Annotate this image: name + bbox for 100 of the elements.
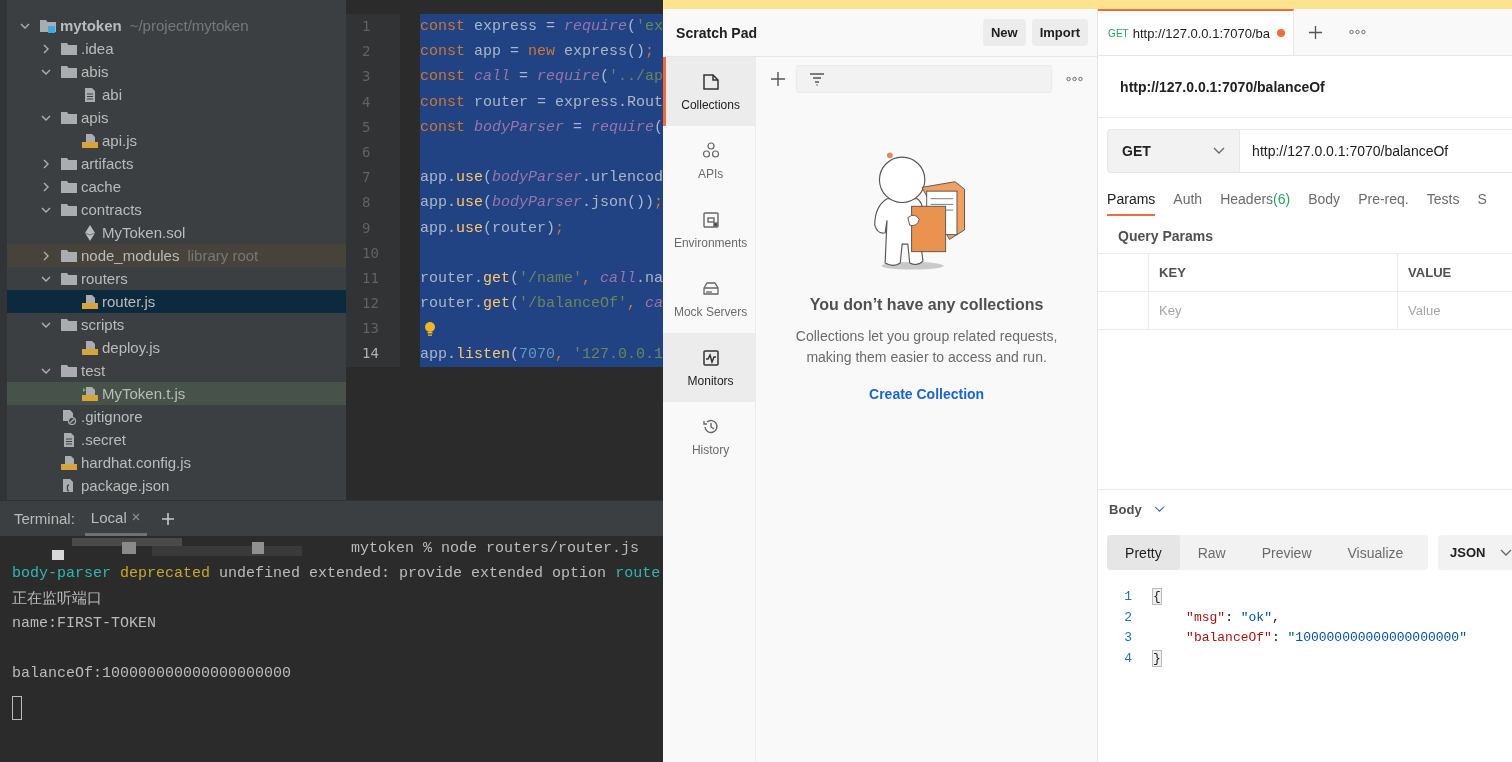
more-icon[interactable] xyxy=(1066,76,1084,82)
tree-item[interactable]: deploy.js xyxy=(7,336,346,359)
tree-item[interactable]: routers xyxy=(7,267,346,290)
filter-field[interactable] xyxy=(796,65,1053,93)
request-title: http://127.0.0.1:7070/balanceOf xyxy=(1098,56,1512,118)
line-number: 1 xyxy=(1123,588,1134,604)
column-header: KEY xyxy=(1149,254,1399,291)
code-line: app.use(bodyParser.json()); xyxy=(420,194,664,212)
code-line: "msg": "ok", xyxy=(1185,609,1280,625)
terminal-line: 正在监听端口 xyxy=(12,590,102,608)
request-section-tab[interactable]: S xyxy=(1477,191,1487,216)
js-file-icon xyxy=(81,339,99,356)
code-line: router.get('/name', call.na xyxy=(420,269,664,287)
tree-item[interactable]: router.js xyxy=(7,290,346,313)
request-section-tab[interactable]: Tests xyxy=(1426,191,1460,216)
caret-icon[interactable] xyxy=(1153,506,1165,513)
empty-state-description: Collections let you group related requests, making them easier to access and run. xyxy=(794,327,1059,367)
terminal-line: body-parser deprecated undefined extended: provide extended option route xyxy=(12,565,661,582)
column-header: VALUE xyxy=(1407,264,1453,282)
code-line: app.use(router); xyxy=(420,219,565,237)
empty-state-title: You don’t have any collections xyxy=(809,296,1044,314)
caret-icon xyxy=(1213,147,1226,155)
view-tab[interactable]: Raw xyxy=(1179,535,1244,570)
tree-item[interactable]: node_modules library root xyxy=(7,244,346,267)
tree-item[interactable]: cache xyxy=(7,175,346,198)
tree-item[interactable]: mytoken ~/project/mytoken xyxy=(7,14,346,37)
code-line: const router = express.Rout xyxy=(420,93,664,111)
folder-icon xyxy=(60,316,78,333)
js-file-icon xyxy=(81,293,99,310)
nav-item[interactable]: History xyxy=(663,402,756,471)
nav-item[interactable]: Monitors xyxy=(663,333,756,402)
folder-icon xyxy=(60,178,78,195)
tree-item[interactable]: apis xyxy=(7,106,346,129)
nav-icon xyxy=(700,140,721,161)
method-dropdown[interactable]: GET xyxy=(1107,129,1241,173)
header-button[interactable]: Import xyxy=(1031,19,1089,46)
param-input[interactable]: Value xyxy=(1398,292,1512,329)
filter-icon[interactable] xyxy=(809,72,826,86)
section-title: Body xyxy=(1109,502,1142,517)
nav-item[interactable]: Collections xyxy=(663,57,756,126)
nav-item[interactable]: Environments xyxy=(663,195,756,264)
line-number: 4 xyxy=(1123,650,1134,666)
tree-item[interactable]: contracts xyxy=(7,198,346,221)
nav-icon xyxy=(700,209,721,230)
tree-item[interactable]: test xyxy=(7,359,346,382)
nav-item[interactable]: APIs xyxy=(663,126,756,195)
line-number: 14 xyxy=(346,341,400,367)
param-input[interactable]: Key xyxy=(1149,292,1399,329)
tree-item[interactable]: MyToken.t.js xyxy=(7,382,346,405)
code-line: router.get('/balanceOf', ca xyxy=(420,295,664,313)
request-section-tab[interactable]: Auth xyxy=(1173,191,1203,216)
more-icon[interactable] xyxy=(1349,29,1367,35)
terminal-line: mytoken % node routers/router.js xyxy=(351,540,640,557)
brace: { xyxy=(1152,587,1162,605)
nav-icon xyxy=(700,347,721,368)
tree-item[interactable]: MyToken.sol xyxy=(7,221,346,244)
url-field[interactable]: http://127.0.0.1:7070/balanceOf xyxy=(1240,129,1512,173)
format-dropdown[interactable]: JSON xyxy=(1438,535,1512,570)
tree-item[interactable]: .gitignore xyxy=(7,405,346,428)
section-title: Query Params xyxy=(1117,227,1215,246)
workspace-title: Scratch Pad xyxy=(676,24,758,41)
nav-item[interactable]: Mock Servers xyxy=(663,264,756,333)
lightbulb-icon[interactable] xyxy=(424,320,436,337)
view-tab[interactable]: Visualize xyxy=(1329,535,1422,570)
terminal-line: name:FIRST-TOKEN xyxy=(12,615,157,632)
request-section-tab[interactable]: Body xyxy=(1308,191,1341,216)
tree-item[interactable]: abis xyxy=(7,60,346,83)
tree-item[interactable]: package.json xyxy=(7,474,346,497)
tree-item[interactable]: hardhat.config.js xyxy=(7,451,346,474)
terminal-label: Terminal: xyxy=(14,510,75,527)
tree-item[interactable]: .secret xyxy=(7,428,346,451)
code-line: "balanceOf": "100000000000000000000" xyxy=(1185,630,1467,646)
line-number: 2 xyxy=(1123,609,1134,625)
folder-icon xyxy=(60,63,78,80)
add-icon[interactable] xyxy=(770,71,787,87)
code-line: const call = require('../ap xyxy=(420,68,664,86)
folder-icon xyxy=(60,109,78,126)
request-section-tab[interactable]: Headers(6) xyxy=(1220,191,1291,216)
header-button[interactable]: New xyxy=(982,19,1026,46)
js-file-icon xyxy=(60,454,78,471)
tree-item[interactable]: abi xyxy=(7,83,346,106)
line-number: 3 xyxy=(1123,630,1134,646)
ignore-file-icon xyxy=(60,408,78,425)
folder-icon xyxy=(60,362,78,379)
request-tab[interactable]: GET http://127.0.0.1:7070/ba xyxy=(1098,9,1295,55)
view-tab[interactable]: Preview xyxy=(1243,535,1330,570)
tree-item[interactable]: scripts xyxy=(7,313,346,336)
request-section-tab[interactable]: Params xyxy=(1107,191,1156,216)
folder-icon xyxy=(60,40,78,57)
folder-icon xyxy=(60,201,78,218)
tree-item[interactable]: artifacts xyxy=(7,152,346,175)
close-icon[interactable] xyxy=(130,512,141,522)
folder-icon xyxy=(60,155,78,172)
add-icon[interactable] xyxy=(1308,24,1324,40)
tree-item[interactable]: .idea xyxy=(7,37,346,60)
code-line: app.listen(7070, '127.0.0.1 xyxy=(420,345,664,363)
request-section-tab[interactable]: Pre-req. xyxy=(1358,191,1409,216)
view-tab[interactable]: Pretty xyxy=(1107,535,1180,570)
create-collection-link[interactable]: Create Collection xyxy=(869,386,985,402)
tree-item[interactable]: api.js xyxy=(7,129,346,152)
